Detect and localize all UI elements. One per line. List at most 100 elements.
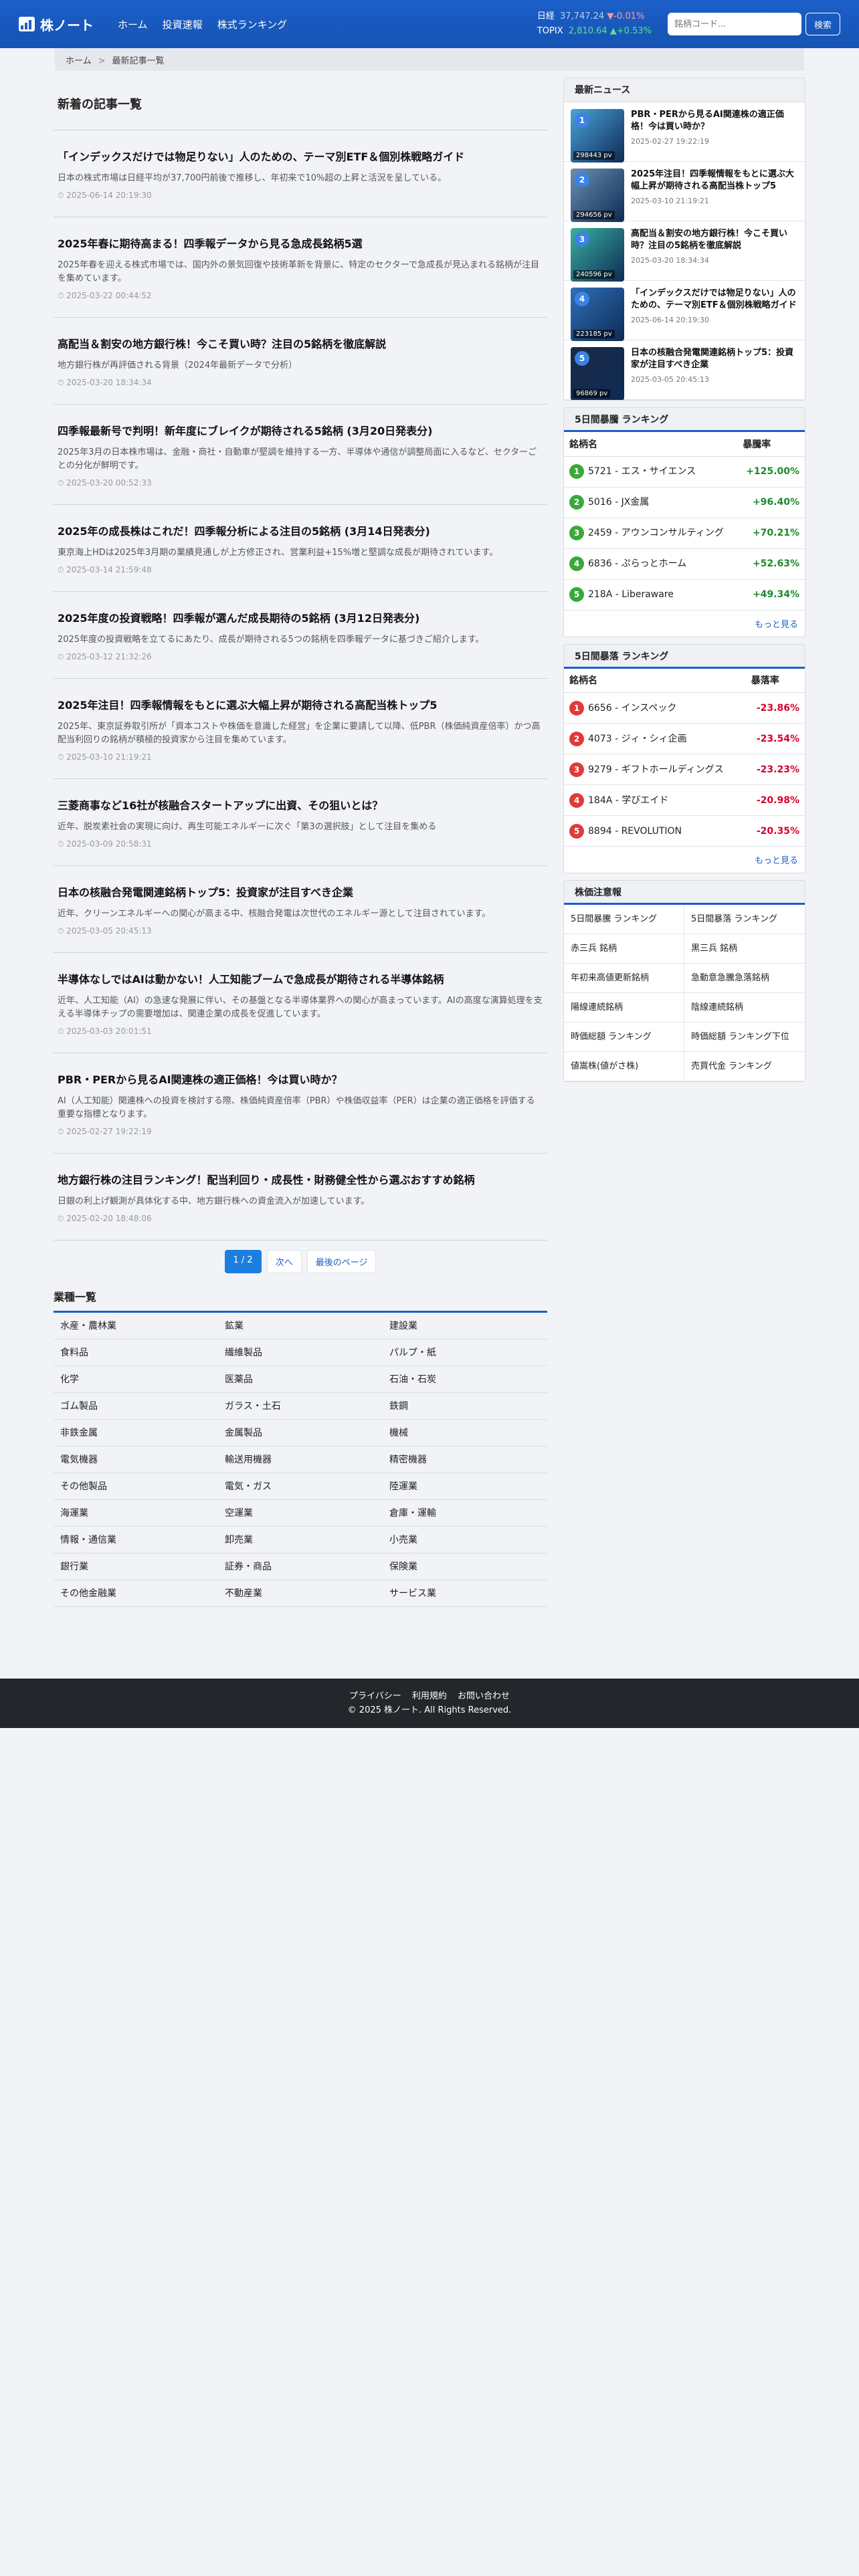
industry-link[interactable]: 卸売業: [218, 1527, 383, 1553]
industry-link[interactable]: 食料品: [54, 1339, 218, 1366]
search-button[interactable]: 検索: [805, 13, 840, 35]
news-thumbnail[interactable]: 4 223185 pv: [571, 288, 624, 341]
stock-name[interactable]: 5016 - JX金属: [588, 497, 649, 508]
stock-alert-link[interactable]: 5日間暴騰 ランキング: [564, 905, 684, 934]
article-title[interactable]: 日本の核融合発電関連銘柄トップ5：投資家が注目すべき企業: [58, 883, 543, 899]
ranking-row[interactable]: 3 9279 - ギフトホールディングス -23.23%: [564, 754, 805, 785]
news-thumbnail[interactable]: 1 298443 pv: [571, 109, 624, 163]
ranking-row[interactable]: 5 218A - Liberaware +49.34%: [564, 579, 805, 611]
stock-name[interactable]: 218A - Liberaware: [588, 589, 674, 600]
article-title[interactable]: 2025年注目！四季報情報をもとに選ぶ大幅上昇が期待される高配当株トップ5: [58, 696, 543, 712]
industry-link[interactable]: ガラス・土石: [218, 1393, 383, 1420]
news-thumbnail[interactable]: 5 96869 pv: [571, 347, 624, 400]
footer-link-privacy[interactable]: プライバシー: [349, 1691, 401, 1701]
nav-home[interactable]: ホーム: [118, 17, 148, 31]
ranking-row[interactable]: 1 5721 - エス・サイエンス +125.00%: [564, 456, 805, 488]
industry-link[interactable]: 繊維製品: [218, 1339, 383, 1366]
nav-news[interactable]: 投資速報: [163, 17, 203, 31]
article-title[interactable]: 半導体なしではAIは動かない！人工知能ブームで急成長が期待される半導体銘柄: [58, 970, 543, 986]
industry-link[interactable]: 医薬品: [218, 1366, 383, 1393]
stock-alert-link[interactable]: 売買代金 ランキング: [684, 1052, 805, 1081]
article-item[interactable]: 三菱商事など16社が核融合スタートアップに出資、その狙いとは？ 近年、脱炭素社会…: [54, 779, 547, 866]
ranking-row[interactable]: 4 6836 - ぷらっとホーム +52.63%: [564, 548, 805, 580]
news-item[interactable]: 5 96869 pv 日本の核融合発電関連銘柄トップ5：投資家が注目すべき企業 …: [564, 340, 805, 400]
news-item[interactable]: 3 240596 pv 高配当＆割安の地方銀行株！今こそ買い時？注目の5銘柄を徹…: [564, 221, 805, 282]
industry-link[interactable]: 水産・農林業: [54, 1313, 218, 1339]
stock-name[interactable]: 6656 - インスペック: [588, 703, 676, 714]
article-title[interactable]: 2025年の成長株はこれだ！四季報分析による注目の5銘柄 (3月14日発表分): [58, 522, 543, 538]
news-title[interactable]: 「インデックスだけでは物足りない」人のための、テーマ別ETF＆個別株戦略ガイド: [631, 288, 798, 312]
industry-link[interactable]: 保険業: [383, 1553, 547, 1580]
article-title[interactable]: 三菱商事など16社が核融合スタートアップに出資、その狙いとは？: [58, 796, 543, 813]
stock-name[interactable]: 2459 - アウンコンサルティング: [588, 528, 724, 538]
article-title[interactable]: 高配当＆割安の地方銀行株！今こそ買い時？注目の5銘柄を徹底解説: [58, 335, 543, 351]
footer-link-terms[interactable]: 利用規約: [412, 1691, 447, 1701]
industry-link[interactable]: 倉庫・運輸: [383, 1500, 547, 1527]
industry-link[interactable]: 不動産業: [218, 1580, 383, 1607]
industry-link[interactable]: 機械: [383, 1420, 547, 1446]
article-title[interactable]: PBR・PERから見るAI関連株の適正価格！今は買い時か？: [58, 1071, 543, 1087]
site-logo[interactable]: 株ノート: [19, 15, 94, 34]
stock-alert-link[interactable]: 急動意急騰急落銘柄: [684, 964, 805, 993]
page-next-button[interactable]: 次へ: [266, 1250, 302, 1273]
article-item[interactable]: 2025年注目！四季報情報をもとに選ぶ大幅上昇が期待される高配当株トップ5 20…: [54, 679, 547, 779]
stock-alert-link[interactable]: 時価総額 ランキング下位: [684, 1023, 805, 1052]
industry-link[interactable]: 石油・石炭: [383, 1366, 547, 1393]
stock-alert-link[interactable]: 5日間暴落 ランキング: [684, 905, 805, 934]
news-title[interactable]: 日本の核融合発電関連銘柄トップ5：投資家が注目すべき企業: [631, 347, 798, 371]
article-item[interactable]: 2025年の成長株はこれだ！四季報分析による注目の5銘柄 (3月14日発表分) …: [54, 505, 547, 592]
industry-link[interactable]: パルプ・紙: [383, 1339, 547, 1366]
article-item[interactable]: 高配当＆割安の地方銀行株！今こそ買い時？注目の5銘柄を徹底解説 地方銀行株が再評…: [54, 318, 547, 405]
ranking-row[interactable]: 2 5016 - JX金属 +96.40%: [564, 487, 805, 518]
industry-link[interactable]: 陸運業: [383, 1473, 547, 1500]
article-title[interactable]: 「インデックスだけでは物足りない」人のための、テーマ別ETF＆個別株戦略ガイド: [58, 148, 543, 164]
industry-link[interactable]: サービス業: [383, 1580, 547, 1607]
industry-link[interactable]: 鉄鋼: [383, 1393, 547, 1420]
industry-link[interactable]: 電気機器: [54, 1446, 218, 1473]
news-item[interactable]: 1 298443 pv PBR・PERから見るAI関連株の適正価格！今は買い時か…: [564, 102, 805, 163]
breadcrumb-home[interactable]: ホーム: [66, 56, 92, 66]
stock-name[interactable]: 8894 - REVOLUTION: [588, 826, 682, 837]
stock-name[interactable]: 6836 - ぷらっとホーム: [588, 558, 686, 569]
stock-alert-link[interactable]: 陰線連続銘柄: [684, 993, 805, 1023]
news-item[interactable]: 2 294656 pv 2025年注目！四季報情報をもとに選ぶ大幅上昇が期待され…: [564, 162, 805, 222]
article-item[interactable]: 「インデックスだけでは物足りない」人のための、テーマ別ETF＆個別株戦略ガイド …: [54, 130, 547, 217]
stock-name[interactable]: 5721 - エス・サイエンス: [588, 466, 696, 477]
stock-alert-link[interactable]: 時価総額 ランキング: [564, 1023, 684, 1052]
plunge-more-link[interactable]: もっと見る: [564, 847, 805, 873]
article-item[interactable]: 日本の核融合発電関連銘柄トップ5：投資家が注目すべき企業 近年、クリーンエネルギ…: [54, 866, 547, 953]
news-thumbnail[interactable]: 2 294656 pv: [571, 169, 624, 222]
industry-link[interactable]: 小売業: [383, 1527, 547, 1553]
industry-link[interactable]: 海運業: [54, 1500, 218, 1527]
stock-alert-link[interactable]: 赤三兵 銘柄: [564, 934, 684, 964]
industry-link[interactable]: その他金融業: [54, 1580, 218, 1607]
industry-link[interactable]: 化学: [54, 1366, 218, 1393]
industry-link[interactable]: その他製品: [54, 1473, 218, 1500]
article-item[interactable]: PBR・PERから見るAI関連株の適正価格！今は買い時か？ AI（人工知能）関連…: [54, 1053, 547, 1154]
article-item[interactable]: 半導体なしではAIは動かない！人工知能ブームで急成長が期待される半導体銘柄 近年…: [54, 953, 547, 1053]
stock-alert-link[interactable]: 黒三兵 銘柄: [684, 934, 805, 964]
stock-alert-link[interactable]: 年初来高値更新銘柄: [564, 964, 684, 993]
industry-link[interactable]: 銀行業: [54, 1553, 218, 1580]
search-input[interactable]: [667, 13, 801, 35]
industry-link[interactable]: 電気・ガス: [218, 1473, 383, 1500]
ranking-row[interactable]: 2 4073 - ジィ・シィ企画 -23.54%: [564, 723, 805, 754]
industry-link[interactable]: ゴム製品: [54, 1393, 218, 1420]
news-item[interactable]: 4 223185 pv 「インデックスだけでは物足りない」人のための、テーマ別E…: [564, 281, 805, 341]
ranking-row[interactable]: 3 2459 - アウンコンサルティング +70.21%: [564, 518, 805, 549]
stock-alert-link[interactable]: 陽線連続銘柄: [564, 993, 684, 1023]
ranking-row[interactable]: 1 6656 - インスペック -23.86%: [564, 692, 805, 724]
news-title[interactable]: 高配当＆割安の地方銀行株！今こそ買い時？注目の5銘柄を徹底解説: [631, 228, 798, 252]
article-item[interactable]: 2025年春に期待高まる！四季報データから見る急成長銘柄5選 2025年春を迎え…: [54, 217, 547, 318]
footer-link-contact[interactable]: お問い合わせ: [458, 1691, 510, 1701]
stock-alert-link[interactable]: 値嵩株(値がさ株): [564, 1052, 684, 1081]
industry-link[interactable]: 建設業: [383, 1313, 547, 1339]
article-item[interactable]: 四季報最新号で判明！新年度にブレイクが期待される5銘柄 (3月20日発表分) 2…: [54, 405, 547, 505]
nav-ranking[interactable]: 株式ランキング: [217, 17, 288, 31]
ranking-row[interactable]: 5 8894 - REVOLUTION -20.35%: [564, 815, 805, 847]
news-thumbnail[interactable]: 3 240596 pv: [571, 228, 624, 282]
industry-link[interactable]: 金属製品: [218, 1420, 383, 1446]
industry-link[interactable]: 精密機器: [383, 1446, 547, 1473]
article-title[interactable]: 地方銀行株の注目ランキング！配当利回り・成長性・財務健全性から選ぶおすすめ銘柄: [58, 1171, 543, 1187]
industry-link[interactable]: 鉱業: [218, 1313, 383, 1339]
